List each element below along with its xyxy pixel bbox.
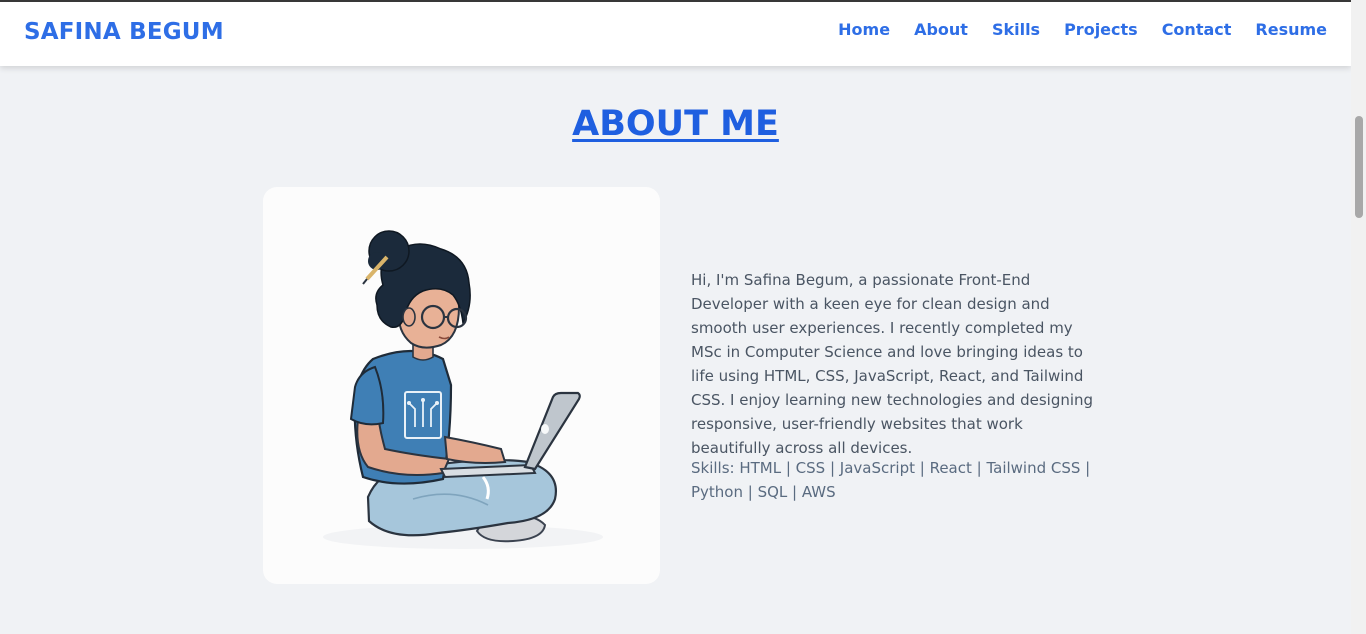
nav-link-projects[interactable]: Projects: [1064, 20, 1138, 39]
page-scrollbar[interactable]: [1351, 0, 1366, 634]
navbar: SAFINA BEGUM Home About Skills Projects …: [0, 2, 1351, 66]
about-bio-text: Hi, I'm Safina Begum, a passionate Front…: [691, 271, 1094, 457]
nav-link-home[interactable]: Home: [838, 20, 890, 39]
nav-link-about[interactable]: About: [914, 20, 968, 39]
nav-link-skills[interactable]: Skills: [992, 20, 1040, 39]
about-section-title: ABOUT ME: [572, 104, 779, 144]
skills-list-text: Skills: HTML | CSS | JavaScript | React …: [691, 459, 1091, 501]
nav-links: Home About Skills Projects Contact Resum…: [838, 20, 1327, 39]
nav-link-resume[interactable]: Resume: [1255, 20, 1327, 39]
nav-link-contact[interactable]: Contact: [1162, 20, 1232, 39]
brand-logo[interactable]: SAFINA BEGUM: [24, 19, 224, 45]
page: SAFINA BEGUM Home About Skills Projects …: [0, 0, 1351, 634]
girl-with-laptop-illustration: [323, 230, 603, 549]
scrollbar-thumb[interactable]: [1355, 116, 1363, 218]
profile-image-card: [263, 187, 660, 584]
